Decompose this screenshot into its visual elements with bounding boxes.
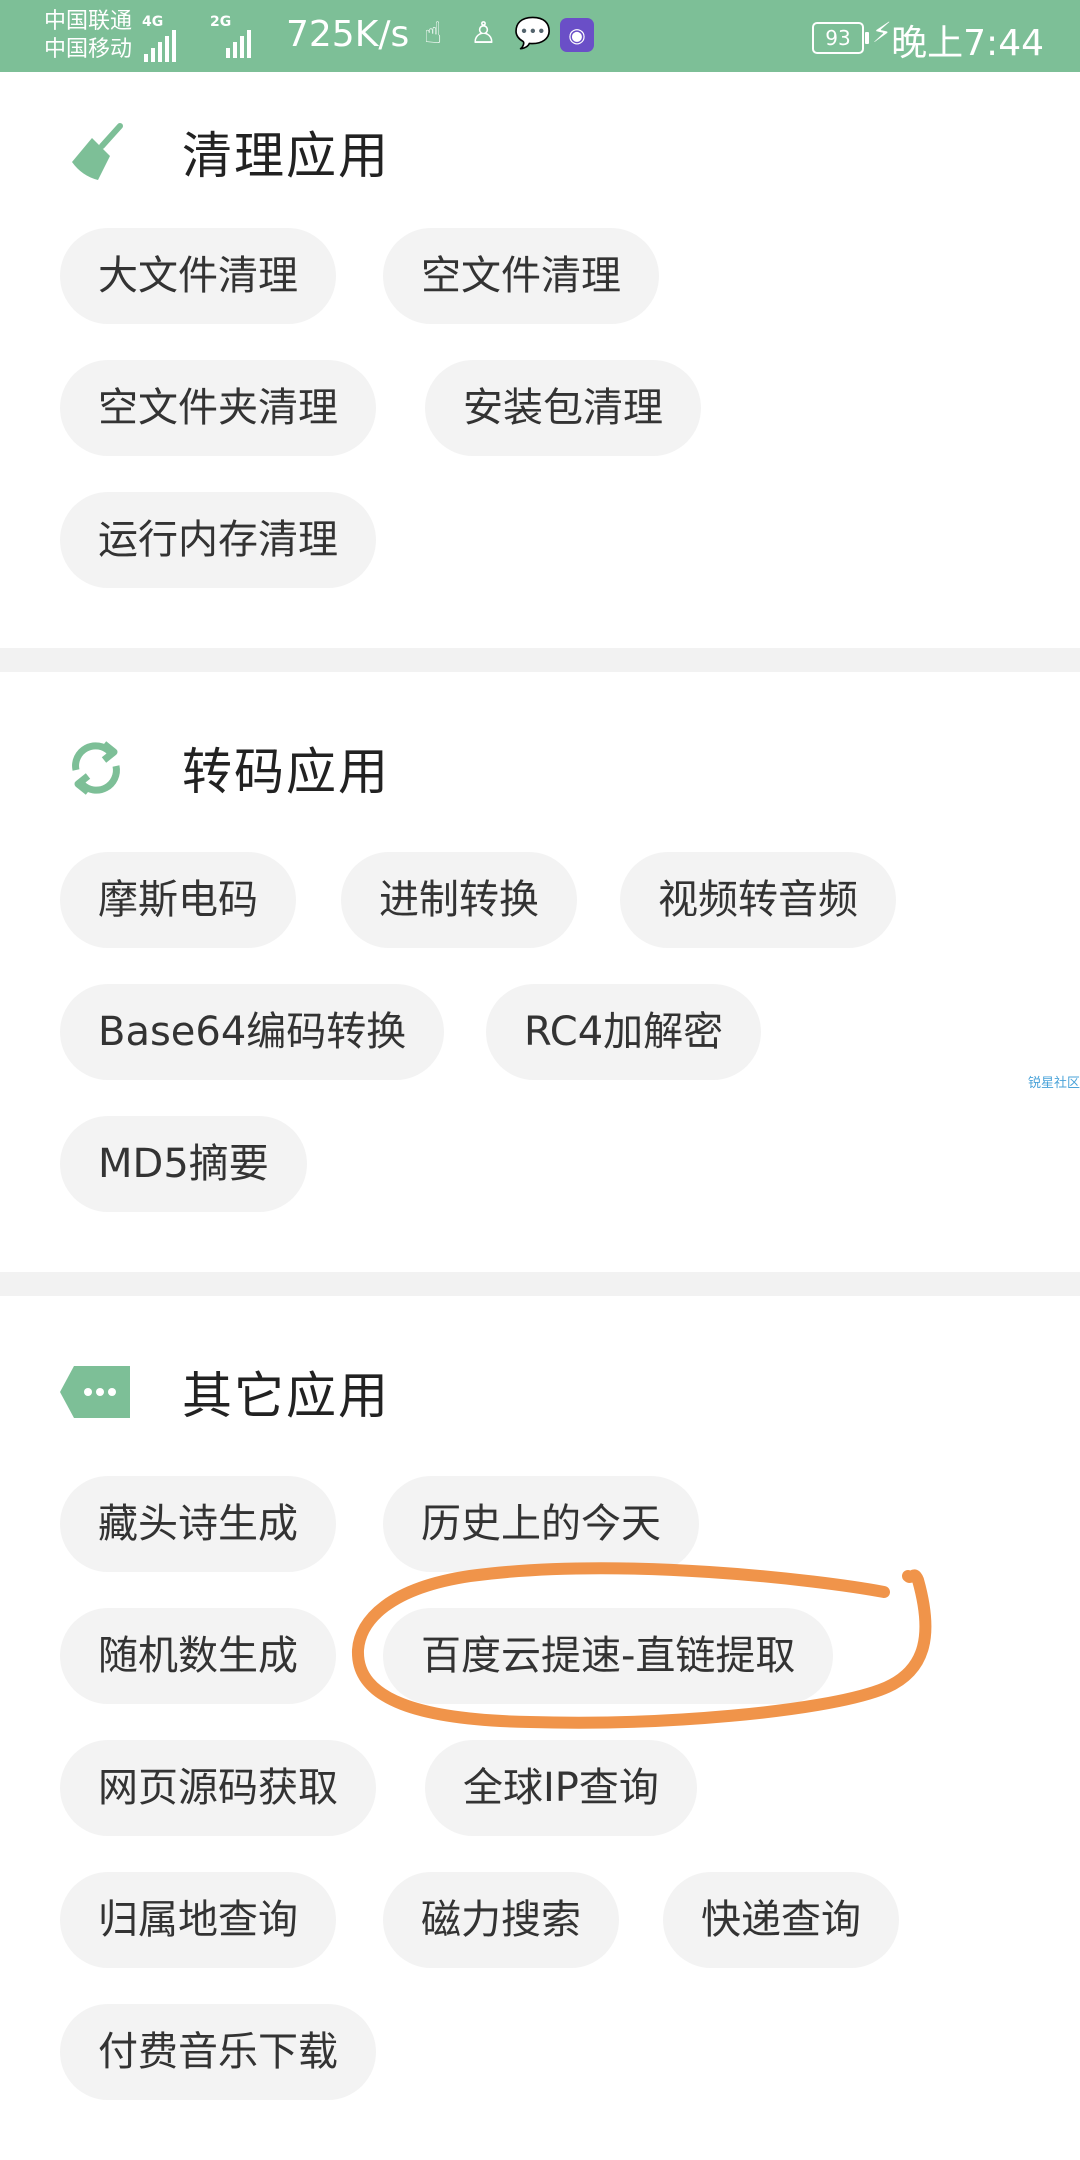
chip-memory-cleanup[interactable]: 运行内存清理 xyxy=(60,492,376,588)
chip-phone-location[interactable]: 归属地查询 xyxy=(60,1872,336,1968)
section-cleanup: 清理应用 大文件清理 空文件清理 空文件夹清理 安装包清理 运行内存清理 xyxy=(0,72,1080,648)
chip-empty-folder-cleanup[interactable]: 空文件夹清理 xyxy=(60,360,376,456)
app-notification-icon: ◉ xyxy=(560,18,594,52)
chip-apk-cleanup[interactable]: 安装包清理 xyxy=(425,360,701,456)
section-title: 转码应用 xyxy=(182,743,390,801)
qq-penguin-icon: ♙ xyxy=(470,16,497,51)
chip-express-tracking[interactable]: 快递查询 xyxy=(663,1872,899,1968)
carrier-1: 中国联通 xyxy=(44,9,133,34)
chip-ip-lookup[interactable]: 全球IP查询 xyxy=(425,1740,697,1836)
network-type-2: 2G xyxy=(210,14,232,30)
section-other: 其它应用 藏头诗生成 历史上的今天 随机数生成 百度云提速-直链提取 网页源码获… xyxy=(0,1296,1080,2160)
refresh-icon xyxy=(60,732,132,804)
chat-bubble-icon: 💬 xyxy=(514,16,552,51)
chip-today-in-history[interactable]: 历史上的今天 xyxy=(383,1476,699,1572)
chip-magnet-search[interactable]: 磁力搜索 xyxy=(383,1872,619,1968)
carrier-2: 中国移动 xyxy=(44,37,133,62)
section-header: 转码应用 xyxy=(60,728,390,808)
clock: 晚上7:44 xyxy=(891,23,1044,64)
chip-paid-music-download[interactable]: 付费音乐下载 xyxy=(60,2004,376,2100)
chip-video-to-audio[interactable]: 视频转音频 xyxy=(620,852,896,948)
signal-bars-1-icon xyxy=(144,30,176,62)
chip-morse-code[interactable]: 摩斯电码 xyxy=(60,852,296,948)
chip-baidu-direct-link[interactable]: 百度云提速-直链提取 xyxy=(383,1608,834,1704)
status-bar: 中国联通 中国移动 4G 2G 725K/s ☝ ♙ 💬 ◉ 93 ⚡ 晚上7:… xyxy=(0,0,1080,72)
chip-base64[interactable]: Base64编码转换 xyxy=(60,984,445,1080)
section-title: 其它应用 xyxy=(182,1367,390,1425)
chip-acrostic-poem[interactable]: 藏头诗生成 xyxy=(60,1476,336,1572)
chip-rc4[interactable]: RC4加解密 xyxy=(486,984,762,1080)
section-header: 清理应用 xyxy=(60,112,390,192)
chip-page-source[interactable]: 网页源码获取 xyxy=(60,1740,376,1836)
network-type-1: 4G xyxy=(142,14,164,30)
section-transcode: 转码应用 摩斯电码 进制转换 视频转音频 Base64编码转换 RC4加解密 M… xyxy=(0,672,1080,1272)
download-hand-icon: ☝ xyxy=(424,16,443,51)
chip-base-conversion[interactable]: 进制转换 xyxy=(341,852,577,948)
broom-icon xyxy=(60,116,132,188)
carrier-labels: 中国联通 中国移动 xyxy=(44,8,132,64)
battery-indicator: 93 xyxy=(812,22,869,54)
chip-random-number[interactable]: 随机数生成 xyxy=(60,1608,336,1704)
signal-bars-2-icon xyxy=(226,30,251,58)
chip-large-file-cleanup[interactable]: 大文件清理 xyxy=(60,228,336,324)
chip-md5[interactable]: MD5摘要 xyxy=(60,1116,307,1212)
charging-bolt-icon: ⚡ xyxy=(872,16,892,49)
watermark: 锐星社区 xyxy=(1027,1076,1080,1091)
section-title: 清理应用 xyxy=(182,127,390,185)
network-speed: 725K/s xyxy=(286,14,410,55)
more-tag-icon xyxy=(60,1356,132,1428)
section-header: 其它应用 xyxy=(60,1352,390,1432)
chip-empty-file-cleanup[interactable]: 空文件清理 xyxy=(383,228,659,324)
